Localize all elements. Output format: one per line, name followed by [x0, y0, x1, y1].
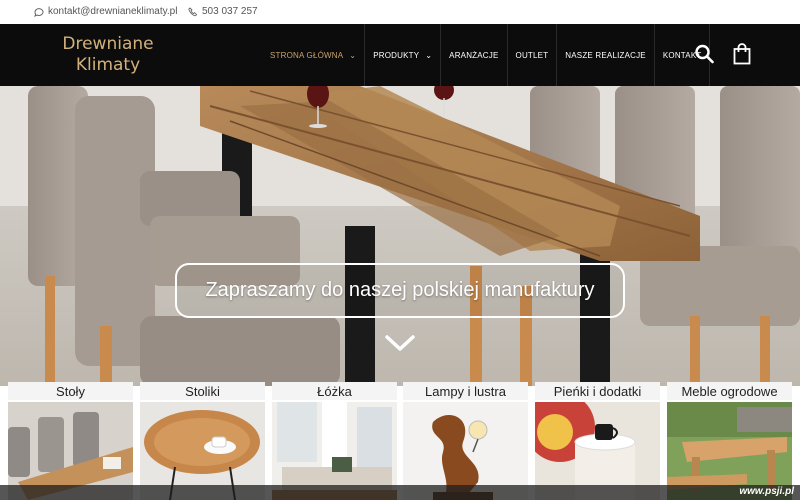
contact-email-text[interactable]: kontakt@drewnianeklimaty.pl — [48, 6, 177, 17]
site-logo[interactable]: Drewniane Klimaty — [60, 34, 156, 76]
contact-email[interactable]: kontakt@drewnianeklimaty.pl — [34, 6, 177, 17]
nav-item-label: OUTLET — [515, 50, 549, 60]
chevron-down-icon[interactable] — [384, 332, 416, 354]
nav-item-products[interactable]: PRODUKTY ⌄ — [364, 24, 440, 86]
contact-bar: kontakt@drewnianeklimaty.pl 503 037 257 — [0, 0, 800, 24]
nav-item-outlet[interactable]: OUTLET — [506, 24, 557, 86]
category-beds[interactable]: Łóżka — [272, 382, 397, 500]
nav-item-realizations[interactable]: NASZE REALIZACJE — [556, 24, 654, 86]
search-icon[interactable] — [694, 43, 714, 65]
shopping-bag-icon[interactable] — [732, 43, 752, 65]
chat-bubble-icon — [34, 7, 44, 17]
site-header: Drewniane Klimaty STRONA GŁÓWNA ⌄ PRODUK… — [0, 24, 800, 86]
category-grid: Stoły Stoliki Łóżka Lampy i lustra Pieńk… — [0, 382, 800, 500]
category-label: Łóżka — [272, 382, 397, 400]
chevron-down-icon: ⌄ — [349, 50, 357, 60]
phone-icon — [188, 6, 198, 16]
logo-line-2: Klimaty — [75, 55, 141, 75]
hero-banner: Zapraszamy do naszej polskiej manufaktur… — [0, 86, 800, 386]
nav-item-home[interactable]: STRONA GŁÓWNA ⌄ — [262, 24, 364, 86]
category-lamps-mirrors[interactable]: Lampy i lustra — [403, 382, 528, 500]
category-tables[interactable]: Stoły — [8, 382, 133, 500]
hero-caption-text: Zapraszamy do naszej polskiej manufaktur… — [205, 279, 595, 301]
nav-item-label: NASZE REALIZACJE — [565, 50, 646, 60]
nav-item-label: STRONA GŁÓWNA — [270, 50, 344, 60]
logo-line-1: Drewniane — [62, 34, 154, 54]
nav-item-arrangements[interactable]: ARANŻACJE — [440, 24, 506, 86]
category-garden-furniture[interactable]: Meble ogrodowe — [667, 382, 792, 500]
category-label: Lampy i lustra — [403, 382, 528, 400]
category-label: Stoliki — [140, 382, 265, 400]
chevron-down-icon: ⌄ — [425, 50, 433, 60]
nav-item-label: ARANŻACJE — [449, 50, 499, 60]
contact-phone-text[interactable]: 503 037 257 — [202, 6, 258, 17]
category-label: Pieńki i dodatki — [535, 382, 660, 400]
hero-caption[interactable]: Zapraszamy do naszej polskiej manufaktur… — [175, 263, 625, 318]
watermark-bar: www.psji.pl — [0, 485, 800, 500]
category-label: Meble ogrodowe — [667, 382, 792, 400]
category-stumps-accessories[interactable]: Pieńki i dodatki — [535, 382, 660, 500]
category-label: Stoły — [8, 382, 133, 400]
watermark-text: www.psji.pl — [739, 486, 794, 497]
main-nav: STRONA GŁÓWNA ⌄ PRODUKTY ⌄ ARANŻACJE OUT… — [262, 24, 711, 86]
header-actions — [694, 43, 752, 65]
contact-phone[interactable]: 503 037 257 — [188, 6, 258, 17]
category-coffee-tables[interactable]: Stoliki — [140, 382, 265, 500]
nav-item-label: PRODUKTY — [373, 50, 420, 60]
